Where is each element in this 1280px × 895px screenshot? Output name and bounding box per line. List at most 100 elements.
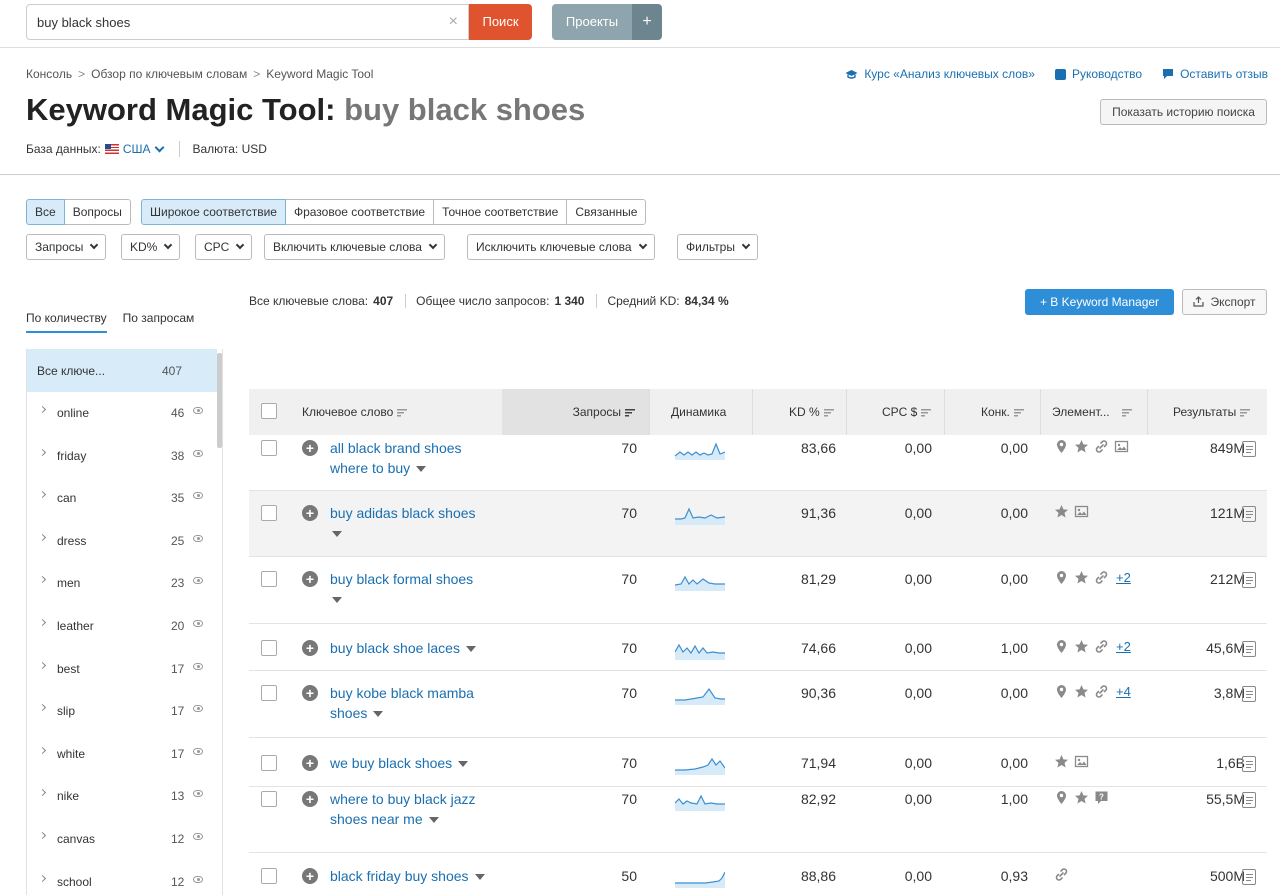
add-to-keyword-manager-button[interactable]: + В Keyword Manager [1025, 289, 1174, 315]
keyword-cell[interactable]: we buy black shoes [330, 753, 505, 773]
keyword-cell[interactable]: buy adidas black shoes [330, 503, 505, 543]
column-header-cpc[interactable]: CPC $ [882, 389, 932, 435]
add-keyword-icon[interactable]: + [302, 571, 318, 587]
add-keyword-icon[interactable]: + [302, 791, 318, 807]
tab-all[interactable]: Все [26, 199, 65, 225]
guide-link-label[interactable]: Руководство [1072, 67, 1142, 81]
chevron-right-icon[interactable] [38, 746, 47, 754]
eye-icon[interactable] [193, 449, 203, 457]
chevron-right-icon[interactable] [38, 533, 47, 541]
serp-document-icon[interactable] [1242, 686, 1256, 702]
sidebar-item-all[interactable]: Все ключе... 407 [27, 349, 217, 392]
filter-kd-dropdown[interactable]: KD% [121, 234, 181, 260]
add-keyword-icon[interactable]: + [302, 639, 318, 656]
filter-cpc-dropdown[interactable]: CPC [195, 234, 253, 260]
export-button[interactable]: Экспорт [1182, 289, 1267, 315]
row-checkbox[interactable] [261, 440, 277, 456]
keyword-text[interactable]: buy black formal shoes [330, 571, 473, 587]
filter-exclude-keywords-dropdown[interactable]: Исключить ключевые слова [467, 234, 655, 260]
eye-icon[interactable] [193, 833, 203, 840]
eye-icon[interactable] [193, 875, 203, 883]
column-header-results[interactable]: Результаты [1173, 389, 1251, 435]
tab-broad-match[interactable]: Широкое соответствие [141, 199, 286, 225]
caret-down-icon[interactable] [428, 817, 439, 824]
chevron-right-icon[interactable] [38, 405, 47, 414]
chevron-right-icon[interactable] [38, 618, 47, 627]
row-checkbox[interactable] [261, 867, 277, 884]
search-input-value[interactable]: buy black shoes [37, 15, 130, 30]
sidebar-item-white[interactable]: white 17 [27, 733, 217, 775]
filter-volume-dropdown[interactable]: Запросы [26, 234, 107, 260]
chevron-right-icon[interactable] [38, 831, 47, 840]
eye-icon[interactable] [193, 577, 203, 585]
column-header-competition[interactable]: Конк. [981, 389, 1024, 435]
tab-questions[interactable]: Вопросы [63, 199, 131, 225]
eye-icon[interactable] [193, 747, 203, 755]
sidebar-item-men[interactable]: men 23 [27, 562, 217, 604]
filter-advanced-dropdown[interactable]: Фильтры [677, 234, 758, 260]
keyword-cell[interactable]: all black brand shoes where to buy [330, 438, 505, 478]
course-link[interactable]: Курс «Анализ ключевых слов» [845, 67, 1035, 81]
database-country-select[interactable]: США [123, 142, 151, 156]
serp-document-icon[interactable] [1242, 640, 1256, 657]
eye-icon[interactable] [193, 705, 203, 713]
filter-include-keywords-dropdown[interactable]: Включить ключевые слова [264, 234, 445, 260]
row-checkbox[interactable] [261, 639, 277, 656]
select-all-checkbox[interactable] [261, 403, 277, 419]
serp-document-icon[interactable] [1242, 441, 1256, 457]
caret-down-icon[interactable] [465, 645, 476, 652]
serp-document-icon[interactable] [1242, 506, 1256, 522]
caret-down-icon[interactable] [458, 760, 469, 767]
chevron-right-icon[interactable] [38, 491, 47, 499]
caret-down-icon[interactable] [474, 873, 485, 880]
keyword-text[interactable]: buy black shoe laces [330, 640, 460, 656]
tab-phrase-match[interactable]: Фразовое соответствие [284, 199, 435, 225]
sidebar-item-best[interactable]: best 17 [27, 648, 217, 690]
column-header-serp-features[interactable]: Элемент... [1052, 389, 1132, 435]
add-keyword-icon[interactable]: + [302, 505, 318, 521]
keyword-text-cont[interactable]: where to buy [330, 460, 410, 476]
keyword-cell[interactable]: buy black formal shoes [330, 569, 505, 609]
caret-down-icon[interactable] [332, 597, 342, 604]
clear-icon[interactable]: × [449, 13, 458, 31]
row-checkbox[interactable] [261, 505, 277, 521]
tab-by-volume[interactable]: По запросам [123, 311, 195, 333]
eye-icon[interactable] [193, 662, 203, 670]
add-keyword-icon[interactable]: + [302, 685, 318, 701]
sidebar-item-nike[interactable]: nike 13 [27, 775, 217, 817]
sidebar-item-can[interactable]: can 35 [27, 477, 217, 519]
serp-document-icon[interactable] [1242, 792, 1256, 808]
serp-document-icon[interactable] [1242, 755, 1256, 772]
row-checkbox[interactable] [261, 754, 277, 771]
breadcrumb-item-overview[interactable]: Обзор по ключевым словам [91, 67, 247, 81]
more-features-link[interactable]: +2 [1116, 639, 1131, 654]
tab-related[interactable]: Связанные [566, 199, 647, 225]
keyword-text[interactable]: black friday buy shoes [330, 868, 469, 884]
add-project-button[interactable]: + [632, 4, 662, 40]
eye-icon[interactable] [193, 407, 203, 414]
keyword-text[interactable]: where to buy black jazz [330, 791, 476, 807]
keyword-text-cont[interactable]: shoes [330, 705, 367, 721]
more-features-link[interactable]: +2 [1116, 570, 1131, 585]
chevron-right-icon[interactable] [38, 576, 47, 584]
guide-link[interactable]: Руководство [1054, 67, 1142, 81]
sidebar-item-leather[interactable]: leather 20 [27, 605, 217, 647]
serp-document-icon[interactable] [1242, 572, 1256, 588]
row-checkbox[interactable] [261, 791, 277, 807]
keyword-cell[interactable]: black friday buy shoes [330, 866, 505, 886]
keyword-text-cont[interactable]: shoes near me [330, 811, 423, 827]
eye-icon[interactable] [193, 492, 203, 500]
chevron-right-icon[interactable] [38, 789, 47, 797]
sidebar-item-canvas[interactable]: canvas 12 [27, 818, 217, 860]
chevron-right-icon[interactable] [38, 448, 47, 456]
keyword-cell[interactable]: buy kobe black mamba shoes [330, 683, 505, 723]
tab-exact-match[interactable]: Точное соответствие [433, 199, 568, 225]
sidebar-item-school[interactable]: school 12 [27, 861, 217, 895]
keyword-text[interactable]: buy kobe black mamba [330, 685, 474, 701]
search-button[interactable]: Поиск [469, 4, 532, 40]
feedback-link-label[interactable]: Оставить отзыв [1180, 67, 1268, 81]
add-keyword-icon[interactable]: + [302, 867, 318, 884]
sidebar-scrollbar[interactable] [217, 353, 222, 448]
keyword-text[interactable]: buy adidas black shoes [330, 505, 476, 521]
tab-by-count[interactable]: По количеству [26, 311, 107, 333]
